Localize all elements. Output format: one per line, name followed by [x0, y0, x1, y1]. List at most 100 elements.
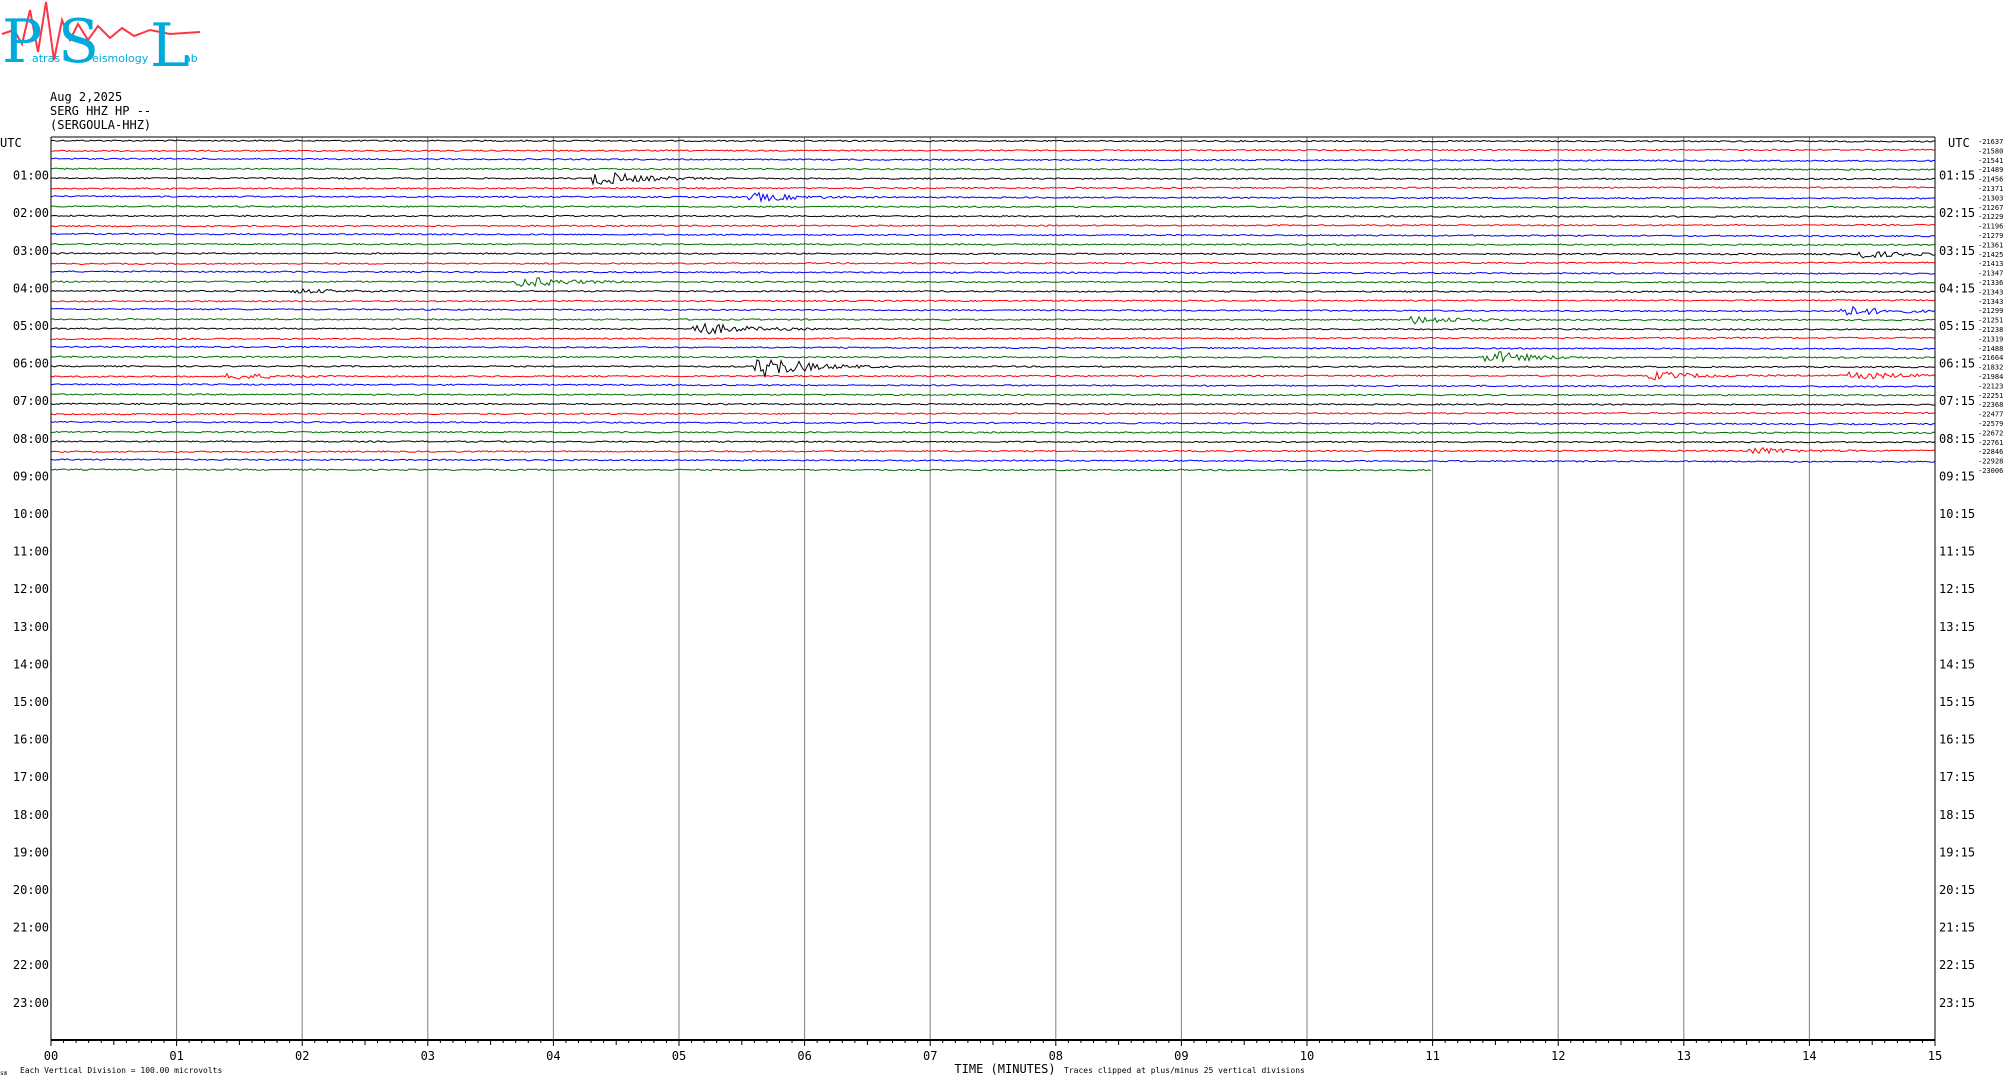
left-hour-label: 03:00 [13, 244, 49, 258]
seismic-trace [50, 223, 1936, 228]
right-hour-label: 07:15 [1939, 394, 1975, 408]
left-hour-label: 06:00 [13, 357, 49, 371]
seismic-trace [50, 447, 1936, 455]
seismic-trace [50, 214, 1935, 218]
seismic-traces [50, 139, 1936, 472]
trace-offset-label: -21238 [1978, 326, 2003, 334]
trace-offset-label: -21371 [1978, 185, 2003, 193]
left-hour-label: 18:00 [13, 808, 49, 822]
seismic-trace [50, 276, 1936, 288]
trace-offset-label: -22846 [1978, 448, 2003, 456]
x-tick-label: 00 [44, 1049, 58, 1063]
seismic-trace [50, 393, 1936, 397]
right-hour-label: 04:15 [1939, 281, 1975, 295]
seismic-trace [50, 411, 1936, 416]
left-hour-label: 19:00 [13, 845, 49, 859]
trace-offset-label: -21664 [1978, 354, 2003, 362]
seismic-trace [50, 191, 1936, 204]
left-hour-label: 16:00 [13, 733, 49, 747]
seismic-trace [50, 157, 1936, 163]
trace-offset-label: -21541 [1978, 157, 2003, 165]
trace-offset-label: -21299 [1978, 307, 2003, 315]
seismic-trace [50, 299, 1936, 303]
trace-offset-label: -21489 [1978, 166, 2003, 174]
left-hour-label: 04:00 [13, 281, 49, 295]
seismic-trace [50, 315, 1936, 325]
right-hour-label: 10:15 [1939, 507, 1975, 521]
seismic-trace [50, 148, 1936, 153]
trace-offset-label: -22368 [1978, 401, 2003, 409]
helicorder-chart: -21637-21580-21541-21489-21456-21371-213… [0, 136, 2003, 1077]
seismic-trace [50, 232, 1936, 238]
right-hour-label: 02:15 [1939, 206, 1975, 220]
trace-offset-label: -23006 [1978, 467, 2003, 475]
x-tick-label: 13 [1677, 1049, 1691, 1063]
x-tick-label: 01 [169, 1049, 183, 1063]
right-hour-label: 08:15 [1939, 432, 1975, 446]
seismic-trace [50, 458, 1936, 463]
left-hour-label: 08:00 [13, 432, 49, 446]
right-axis-title: UTC [1948, 136, 1970, 150]
right-hour-label: 14:15 [1939, 657, 1975, 671]
x-tick-label: 03 [421, 1049, 435, 1063]
trace-offset-label: -22761 [1978, 439, 2003, 447]
seismic-trace [50, 171, 1936, 186]
seismic-trace [51, 430, 1936, 435]
left-hour-label: 11:00 [13, 545, 49, 559]
x-tick-label: 02 [295, 1049, 309, 1063]
x-axis-label: TIME (MINUTES) [954, 1062, 1055, 1076]
trace-offset-label: -21319 [1978, 335, 2003, 343]
trace-offset-label: -21303 [1978, 194, 2003, 202]
trace-offset-label: -21336 [1978, 279, 2003, 287]
corner-mark: sm [0, 1070, 8, 1077]
x-tick-label: 06 [797, 1049, 811, 1063]
chart-labels: -21637-21580-21541-21489-21456-21371-213… [0, 136, 2003, 1077]
right-hour-label: 21:15 [1939, 921, 1975, 935]
seismic-trace [50, 402, 1936, 406]
x-tick-label: 08 [1049, 1049, 1063, 1063]
right-hour-label: 15:15 [1939, 695, 1975, 709]
x-tick-label: 15 [1928, 1049, 1942, 1063]
right-hour-label: 18:15 [1939, 808, 1975, 822]
x-tick-label: 12 [1551, 1049, 1565, 1063]
trace-offset-label: -21343 [1978, 288, 2003, 296]
left-hour-label: 02:00 [13, 206, 49, 220]
trace-offset-label: -21580 [1978, 147, 2003, 155]
x-tick-label: 14 [1802, 1049, 1816, 1063]
trace-offset-label: -22123 [1978, 382, 2003, 390]
left-hour-label: 14:00 [13, 657, 49, 671]
seismic-trace [50, 420, 1936, 426]
left-hour-label: 22:00 [13, 958, 49, 972]
right-hour-label: 23:15 [1939, 996, 1975, 1010]
right-hour-label: 22:15 [1939, 958, 1975, 972]
seismic-trace [50, 305, 1936, 316]
seismic-trace [50, 468, 1432, 472]
trace-offset-label: -21229 [1978, 213, 2003, 221]
trace-offset-label: -22579 [1978, 420, 2003, 428]
right-hour-label: 12:15 [1939, 582, 1975, 596]
x-tick-label: 11 [1425, 1049, 1439, 1063]
trace-offset-label: -22477 [1978, 411, 2003, 419]
left-hour-label: 21:00 [13, 921, 49, 935]
seismic-trace [50, 139, 1936, 143]
seismic-trace [50, 322, 1936, 335]
trace-offset-label: -21361 [1978, 241, 2003, 249]
seismic-trace [50, 270, 1936, 275]
right-hour-label: 13:15 [1939, 620, 1975, 634]
seismic-trace [50, 261, 1936, 266]
trace-offset-label: -21413 [1978, 260, 2003, 268]
right-hour-label: 05:15 [1939, 319, 1975, 333]
x-tick-label: 07 [923, 1049, 937, 1063]
seismic-trace [50, 186, 1936, 190]
left-hour-label: 05:00 [13, 319, 49, 333]
x-tick-label: 04 [546, 1049, 560, 1063]
seismic-trace [50, 345, 1936, 351]
trace-offset-label: -22251 [1978, 392, 2003, 400]
trace-offset-label: -21267 [1978, 204, 2003, 212]
seismic-trace [50, 440, 1936, 444]
trace-offset-label: -21347 [1978, 270, 2003, 278]
seismic-trace [50, 250, 1936, 259]
right-hour-label: 16:15 [1939, 733, 1975, 747]
seismic-trace [50, 383, 1936, 388]
trace-offset-label: -21425 [1978, 251, 2003, 259]
